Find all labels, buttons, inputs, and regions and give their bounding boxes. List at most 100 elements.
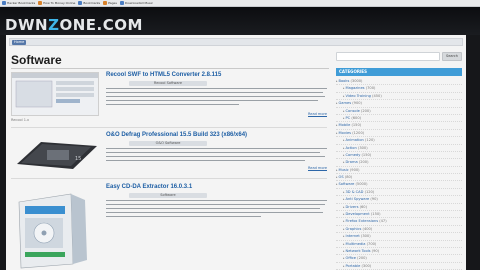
- bookmark-item[interactable]: DownloadAll Music: [119, 1, 153, 5]
- category-count: (300): [357, 145, 368, 150]
- category-count: (60): [359, 204, 367, 209]
- main-content: Software Recool 1.x Recool SWF to HTML5 …: [6, 48, 329, 270]
- category-label: Games: [338, 101, 352, 106]
- categories-heading: CATEGORIES: [336, 68, 462, 76]
- post-title[interactable]: Easy CD-DA Extractor 16.0.3.1: [106, 184, 192, 191]
- bookmarks-bar: Hacker Bookmarks How To Money Online Bookm…: [0, 0, 480, 7]
- category-item[interactable]: ▸3D & CAD (120): [336, 189, 462, 197]
- post-meta: O&O Software: [129, 141, 207, 146]
- category-item[interactable]: ▸Internet (300): [336, 233, 462, 241]
- category-label: Mobile: [338, 123, 351, 128]
- category-item[interactable]: ▸Development (150): [336, 211, 462, 219]
- category-label: Anti Spyware: [345, 197, 370, 202]
- post-item: Recool 1.x Recool SWF to HTML5 Converter…: [11, 72, 327, 124]
- arrow-icon: ▸: [343, 204, 345, 209]
- post-thumbnail[interactable]: 15: [11, 136, 99, 172]
- category-item[interactable]: ▸Anti Spyware (90): [336, 196, 462, 204]
- category-item[interactable]: ▸Books (3000): [336, 78, 462, 86]
- category-item[interactable]: ▸Video Training (450): [336, 93, 462, 101]
- category-count: (700): [365, 86, 376, 91]
- category-item[interactable]: ▸Software (5000): [336, 181, 462, 189]
- arrow-icon: ▸: [336, 175, 338, 180]
- arrow-icon: ▸: [343, 212, 345, 217]
- post-divider: [11, 127, 327, 128]
- category-count: (200): [358, 160, 369, 165]
- bookmark-item[interactable]: Hacker Bookmarks: [2, 1, 35, 5]
- category-item[interactable]: ▸Portable (300): [336, 263, 462, 270]
- category-count: (150): [370, 212, 381, 217]
- search-input[interactable]: [336, 52, 440, 61]
- sidebar: Search CATEGORIES ▸Books (3000) ▸Magazine…: [336, 48, 464, 270]
- home-link[interactable]: Home: [12, 40, 27, 45]
- category-label: Firefox Extensions: [345, 219, 379, 224]
- category-count: (700): [366, 241, 377, 246]
- category-item[interactable]: ▸Network Tools (90): [336, 248, 462, 256]
- bookmark-icon: [2, 1, 6, 5]
- category-item[interactable]: ▸Console (200): [336, 108, 462, 115]
- arrow-icon: ▸: [336, 167, 338, 172]
- category-item[interactable]: ▸Animation (120): [336, 137, 462, 145]
- bookmark-item[interactable]: How To Money Online: [38, 1, 75, 5]
- category-item[interactable]: ▸PC (600): [336, 115, 462, 123]
- search-button[interactable]: Search: [442, 52, 462, 61]
- arrow-icon: ▸: [343, 86, 345, 91]
- category-label: Action: [345, 145, 357, 150]
- category-count: (150): [361, 152, 372, 157]
- category-count: (120): [364, 189, 375, 194]
- post-thumbnail[interactable]: [11, 72, 99, 116]
- category-label: Animation: [345, 138, 364, 143]
- category-label: Development: [345, 212, 370, 217]
- arrow-icon: ▸: [336, 79, 338, 83]
- bookmark-icon: [78, 1, 83, 5]
- category-item[interactable]: ▸Comedy (150): [336, 152, 462, 160]
- category-item[interactable]: ▸Action (300): [336, 145, 462, 152]
- category-count: (1200): [352, 130, 365, 135]
- app-screenshot-image: [12, 73, 98, 115]
- product-box-image: 15: [17, 142, 97, 169]
- categories-list: ▸Books (3000) ▸Magazines (700) ▸Video Trai…: [336, 78, 462, 270]
- category-item[interactable]: ▸Music (900): [336, 167, 462, 175]
- arrow-icon: ▸: [343, 145, 345, 150]
- category-item[interactable]: ▸Drivers (60): [336, 204, 462, 212]
- arrow-icon: ▸: [343, 263, 345, 268]
- category-label: Portable: [345, 263, 361, 268]
- arrow-icon: ▸: [336, 130, 338, 135]
- category-label: Graphics: [345, 226, 362, 231]
- category-count: (150): [351, 123, 362, 128]
- site-header: DWNZONE.COM: [0, 7, 480, 35]
- category-count: (200): [360, 108, 371, 113]
- category-item[interactable]: ▸Movies (1200): [336, 130, 462, 138]
- read-more-link[interactable]: Read more: [308, 112, 327, 116]
- category-item[interactable]: ▸Mobile (150): [336, 122, 462, 130]
- post-thumbnail[interactable]: [11, 188, 99, 270]
- category-item[interactable]: ▸Graphics (400): [336, 226, 462, 234]
- category-item[interactable]: ▸Drama (200): [336, 159, 462, 167]
- post-title[interactable]: Recool SWF to HTML5 Converter 2.8.115: [106, 72, 221, 79]
- arrow-icon: ▸: [343, 241, 345, 246]
- read-more-link[interactable]: Read more: [308, 166, 327, 170]
- category-item[interactable]: ▸Games (900): [336, 100, 462, 108]
- category-item[interactable]: ▸Multimedia (700): [336, 241, 462, 248]
- arrow-icon: ▸: [343, 248, 345, 253]
- bookmark-item[interactable]: Pages: [103, 1, 117, 5]
- category-count: (90): [371, 248, 380, 253]
- arrow-icon: ▸: [343, 160, 345, 165]
- post-title[interactable]: O&O Defrag Professional 15.5 Build 323 (…: [106, 132, 247, 139]
- category-count: (47): [379, 219, 387, 224]
- arrow-icon: ▸: [336, 123, 338, 128]
- site-logo[interactable]: DWNZONE.COM: [5, 17, 143, 33]
- category-count: (450): [372, 93, 382, 98]
- post-excerpt: [106, 200, 327, 220]
- category-item[interactable]: ▸Magazines (700): [336, 85, 462, 93]
- bookmark-label: How To Money Online: [43, 1, 76, 5]
- category-label: Network Tools: [345, 248, 371, 253]
- category-item[interactable]: ▸OS (80): [336, 174, 462, 182]
- category-label: Video Training: [345, 93, 371, 98]
- category-item[interactable]: ▸Office (200): [336, 255, 462, 263]
- arrow-icon: ▸: [336, 182, 338, 187]
- category-label: Comedy: [345, 152, 361, 157]
- page-title: Software: [11, 53, 62, 67]
- bookmark-item[interactable]: Bookmarks: [78, 1, 100, 5]
- category-label: Drama: [345, 160, 358, 165]
- category-item[interactable]: ▸Firefox Extensions (47): [336, 218, 462, 226]
